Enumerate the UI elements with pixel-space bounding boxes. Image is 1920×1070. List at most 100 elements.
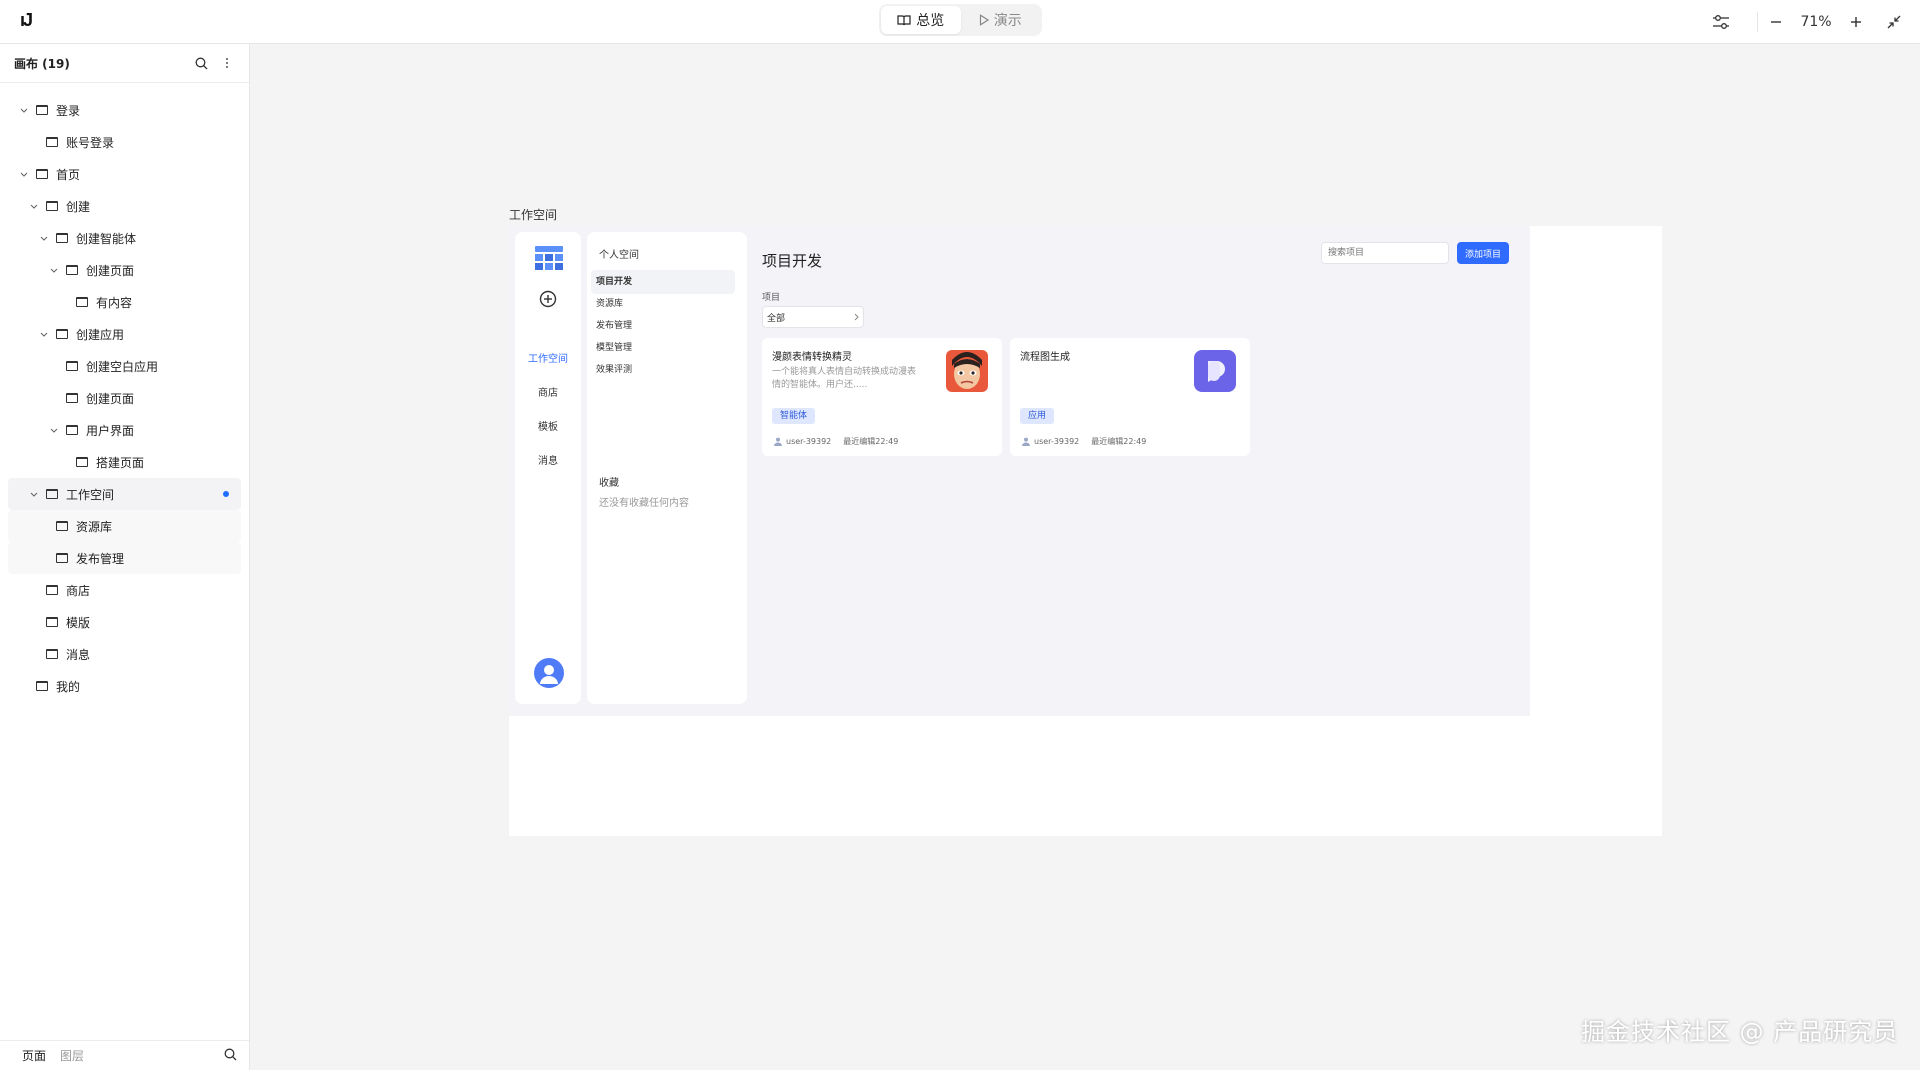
card-tag-app: 应用	[1020, 408, 1055, 424]
tree-item-selected[interactable]: 工作空间	[8, 478, 241, 510]
page-icon	[76, 457, 88, 467]
search-projects-input[interactable]	[1321, 242, 1449, 264]
collapse-button[interactable]	[1880, 8, 1908, 36]
tree-item[interactable]: 发布管理	[8, 542, 241, 574]
settings-sliders-button[interactable]	[1707, 8, 1735, 36]
present-button[interactable]: 演示	[961, 6, 1041, 34]
zoom-control: 71%	[1753, 8, 1870, 36]
book-open-icon	[897, 15, 911, 26]
favorites-empty-text: 还没有收藏任何内容	[599, 498, 689, 509]
rail-item-store[interactable]: 商店	[515, 384, 581, 399]
tree-item-label: 创建页面	[86, 391, 135, 406]
zoom-in-button[interactable]	[1842, 8, 1870, 36]
page-icon	[56, 233, 68, 243]
page-icon	[66, 393, 78, 403]
zoom-out-button[interactable]	[1762, 8, 1790, 36]
user-small-icon	[1022, 437, 1030, 446]
tree-item-label: 创建应用	[76, 327, 125, 342]
subnav-item-project-dev[interactable]: 项目开发	[591, 270, 735, 294]
tree-item[interactable]: 创建页面	[8, 254, 241, 286]
tree-item-label: 创建页面	[86, 263, 135, 278]
tree-item[interactable]: 账号登录	[8, 126, 241, 158]
tree-item[interactable]: 我的	[8, 670, 241, 702]
card-title: 流程图生成	[1020, 352, 1070, 363]
tree-item[interactable]: 用户界面	[8, 414, 241, 446]
card-meta: user-39392 最近编辑22:49	[774, 436, 898, 447]
page-tree: 登录 账号登录 首页 创建 创建智能体 创建页面 有内容 创建应用 创建空白应用…	[0, 83, 249, 702]
tree-item[interactable]: 创建页面	[8, 382, 241, 414]
page-icon	[56, 521, 68, 531]
tree-item[interactable]: 创建应用	[8, 318, 241, 350]
workspace-frame[interactable]: 工作空间 商店 模板 消息 个人空间 项目开发 资源库 发布管理 模型管理 效果…	[509, 226, 1662, 836]
chevron-down-icon[interactable]	[18, 108, 30, 113]
overview-button[interactable]: 总览	[881, 6, 961, 34]
chevron-down-icon[interactable]	[38, 332, 50, 337]
tree-item[interactable]: 资源库	[8, 510, 241, 542]
rail-item-templates[interactable]: 模板	[515, 418, 581, 433]
page-icon	[66, 425, 78, 435]
tree-item[interactable]: 商店	[8, 574, 241, 606]
user-avatar[interactable]	[534, 658, 564, 688]
footer-search-button[interactable]	[224, 1048, 237, 1064]
chevron-down-icon[interactable]	[28, 204, 40, 209]
chevron-down-icon[interactable]	[28, 492, 40, 497]
toolbar-right: 71%	[1707, 0, 1920, 44]
tree-item-label: 创建空白应用	[86, 359, 159, 374]
chevron-down-icon[interactable]	[38, 236, 50, 241]
chevron-right-icon	[849, 313, 863, 321]
tree-item[interactable]: 模版	[8, 606, 241, 638]
project-card[interactable]: 漫颜表情转换精灵 一个能将真人表情自动转换成动漫表情的智能体。用户还..... …	[762, 338, 1002, 456]
tree-item[interactable]: 首页	[8, 158, 241, 190]
card-title: 漫颜表情转换精灵	[772, 352, 852, 363]
panel-more-button[interactable]	[217, 53, 237, 73]
frame-label[interactable]: 工作空间	[509, 206, 557, 223]
rail-item-messages[interactable]: 消息	[515, 452, 581, 467]
watermark-text: 掘金技术社区 @ 产品研究员	[1581, 1018, 1899, 1046]
anime-face-thumbnail	[946, 350, 988, 392]
chevron-down-icon[interactable]	[18, 172, 30, 177]
top-toolbar: ıJ 总览 演示 71%	[0, 0, 1920, 44]
panel-search-button[interactable]	[191, 53, 211, 73]
subnav-item-models[interactable]: 模型管理	[591, 336, 735, 360]
card-tag-agent: 智能体	[772, 408, 816, 424]
more-vertical-icon	[226, 58, 228, 68]
page-icon	[56, 553, 68, 563]
tree-item[interactable]: 创建空白应用	[8, 350, 241, 382]
tab-pages[interactable]: 页面	[22, 1047, 46, 1064]
project-card[interactable]: 流程图生成 应用 user-39392 最近编辑22:49	[1010, 338, 1250, 456]
page-icon	[46, 489, 58, 499]
tree-item[interactable]: 有内容	[8, 286, 241, 318]
tab-layers[interactable]: 图层	[60, 1047, 84, 1064]
app-logo-thumbnail	[1194, 350, 1236, 392]
tree-item[interactable]: 登录	[8, 94, 241, 126]
tree-item-label: 首页	[56, 167, 81, 182]
page-icon	[46, 649, 58, 659]
app-side-rail: 工作空间 商店 模板 消息	[515, 232, 581, 704]
tree-item[interactable]: 消息	[8, 638, 241, 670]
page-icon	[66, 361, 78, 371]
tree-item-label: 用户界面	[86, 423, 135, 438]
zoom-level[interactable]: 71%	[1790, 14, 1842, 30]
plus-icon	[1851, 17, 1861, 27]
tree-item[interactable]: 创建	[8, 190, 241, 222]
tree-item[interactable]: 搭建页面	[8, 446, 241, 478]
app-screen: 工作空间 商店 模板 消息 个人空间 项目开发 资源库 发布管理 模型管理 效果…	[509, 226, 1530, 716]
chevron-down-icon[interactable]	[48, 428, 60, 433]
present-label: 演示	[993, 13, 1022, 29]
chevron-down-icon[interactable]	[48, 268, 60, 273]
app-logo[interactable]: ıJ	[20, 10, 33, 31]
tree-item-label: 我的	[56, 679, 81, 694]
page-icon	[36, 681, 48, 691]
subnav-item-resources[interactable]: 资源库	[591, 292, 735, 316]
user-icon	[540, 665, 558, 684]
tree-item[interactable]: 创建智能体	[8, 222, 241, 254]
minus-icon	[1771, 21, 1781, 23]
subnav-item-evaluation[interactable]: 效果评测	[591, 358, 735, 382]
add-circle-icon[interactable]	[539, 290, 557, 308]
subnav-item-publish[interactable]: 发布管理	[591, 314, 735, 338]
tree-item-label: 模版	[66, 615, 91, 630]
rail-item-workspace[interactable]: 工作空间	[515, 350, 581, 365]
add-project-button[interactable]: 添加项目	[1457, 242, 1509, 264]
subnav-title: 个人空间	[599, 250, 639, 261]
project-filter-select[interactable]: 全部	[762, 306, 864, 328]
